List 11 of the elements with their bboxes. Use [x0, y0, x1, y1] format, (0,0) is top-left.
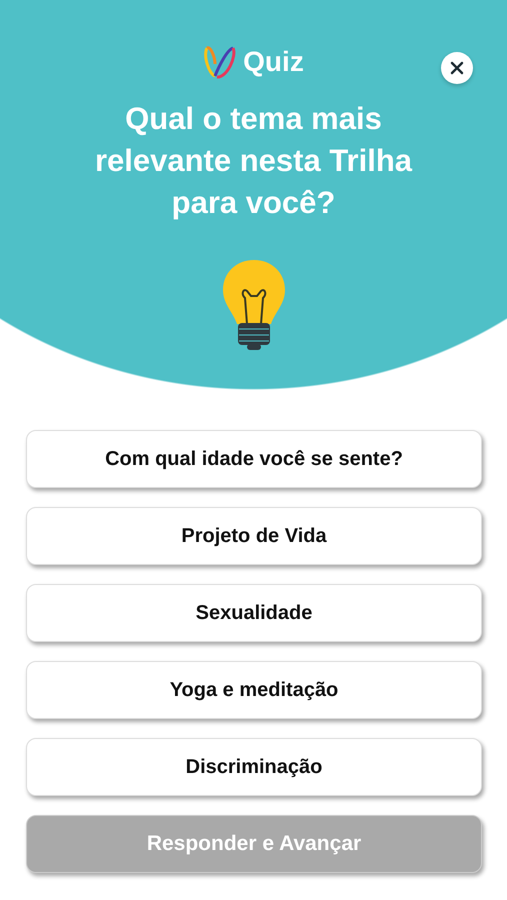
answer-option[interactable]: Sexualidade [26, 584, 482, 642]
answer-option[interactable]: Projeto de Vida [26, 507, 482, 565]
answer-option[interactable]: Discriminação [26, 738, 482, 796]
app-title: Quiz [243, 46, 304, 78]
question-title: Qual o tema mais relevante nesta Trilha para você? [94, 100, 414, 222]
logo-icon [203, 44, 238, 80]
close-button[interactable] [441, 52, 473, 84]
lightbulb-icon [220, 258, 286, 352]
answer-option[interactable]: Yoga e meditação [26, 661, 482, 719]
answer-option[interactable]: Com qual idade você se sente? [26, 430, 482, 488]
close-icon [450, 61, 464, 75]
